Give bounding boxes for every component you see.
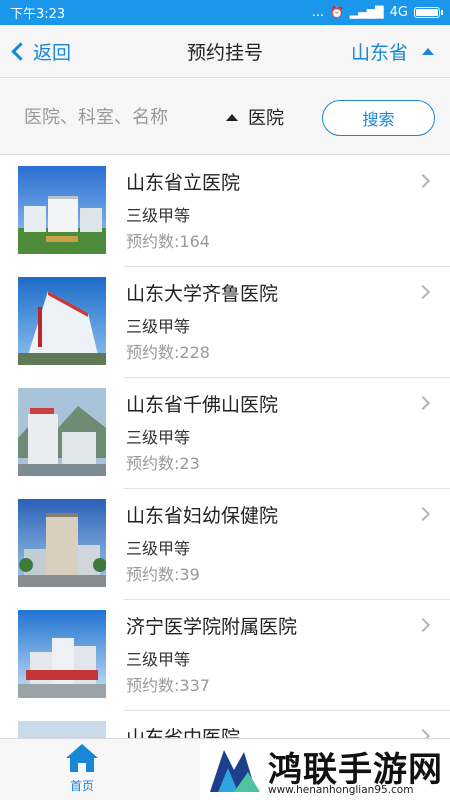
appointment-count: 预约数:228 — [126, 343, 210, 362]
hospital-row[interactable]: 山东省中医院 — [0, 711, 450, 738]
chevron-right-icon — [415, 728, 431, 738]
hospital-level: 三级甲等 — [126, 539, 191, 558]
chevron-right-icon — [415, 173, 431, 189]
hospital-name: 山东省妇幼保健院 — [126, 505, 279, 527]
nav-bar: 返回 预约挂号 山东省 — [0, 25, 450, 78]
hospital-level: 三级甲等 — [126, 317, 191, 336]
hd-signal-icon: ▂▄▆█ — [349, 6, 384, 19]
search-button[interactable]: 搜索 — [322, 100, 435, 136]
chevron-left-icon — [11, 42, 30, 61]
watermark-url: www.henanhonglian95.com — [268, 784, 414, 796]
watermark: 鸿联手游网 www.henanhonglian95.com — [200, 740, 450, 800]
status-bar: 下午3:23 ... ⏰ ▂▄▆█ 4G — [0, 0, 450, 25]
hospital-thumbnail — [18, 277, 106, 365]
back-label: 返回 — [33, 42, 72, 64]
hospital-thumbnail — [18, 610, 106, 698]
hospital-list: 山东省立医院 三级甲等 预约数:164 山东大学齐鲁医院 三级甲等 预约数:22… — [0, 156, 450, 738]
hospital-row[interactable]: 山东省千佛山医院 三级甲等 预约数:23 — [0, 378, 450, 489]
province-selector[interactable]: 山东省 — [351, 25, 434, 78]
back-button[interactable]: 返回 — [10, 25, 71, 78]
hospital-level: 三级甲等 — [126, 428, 191, 447]
alarm-icon: ⏰ — [330, 6, 344, 19]
chevron-right-icon — [415, 395, 431, 411]
home-icon — [66, 744, 98, 772]
chevron-right-icon — [415, 284, 431, 300]
network-type: 4G — [389, 5, 408, 20]
filter-label: 医院 — [248, 108, 284, 129]
chevron-right-icon — [415, 617, 431, 633]
hospital-thumbnail — [18, 499, 106, 587]
hospital-name: 山东省立医院 — [126, 172, 241, 194]
search-bar: 医院 搜索 — [0, 79, 450, 155]
tab-home[interactable]: 首页 — [50, 743, 114, 799]
appointment-count: 预约数:337 — [126, 676, 210, 695]
appointment-count: 预约数:164 — [126, 232, 210, 251]
hospital-level: 三级甲等 — [126, 206, 191, 225]
appointment-count: 预约数:39 — [126, 565, 200, 584]
status-icons: ... ⏰ ▂▄▆█ 4G — [311, 5, 443, 20]
status-time: 下午3:23 — [10, 7, 66, 22]
hospital-thumbnail — [18, 388, 106, 476]
hospital-name: 山东省千佛山医院 — [126, 394, 279, 416]
hospital-name: 济宁医学院附属医院 — [126, 616, 298, 638]
hospital-name: 山东省中医院 — [126, 727, 241, 738]
hospital-name: 山东大学齐鲁医院 — [126, 283, 279, 305]
caret-up-icon — [226, 113, 238, 121]
hospital-row[interactable]: 济宁医学院附属医院 三级甲等 预约数:337 — [0, 600, 450, 711]
hospital-row[interactable]: 山东省立医院 三级甲等 预约数:164 — [0, 156, 450, 267]
hospital-thumbnail — [18, 166, 106, 254]
province-label: 山东省 — [350, 42, 408, 64]
hospital-level: 三级甲等 — [126, 650, 191, 669]
caret-up-icon — [422, 48, 434, 55]
more-dots: ... — [311, 5, 325, 20]
chevron-right-icon — [415, 506, 431, 522]
hospital-row[interactable]: 山东省妇幼保健院 三级甲等 预约数:39 — [0, 489, 450, 600]
search-input[interactable] — [24, 99, 214, 135]
appointment-count: 预约数:23 — [126, 454, 200, 473]
watermark-logo-icon — [210, 750, 260, 792]
tab-home-label: 首页 — [69, 779, 94, 793]
search-type-filter[interactable]: 医院 — [226, 99, 284, 135]
hospital-row[interactable]: 山东大学齐鲁医院 三级甲等 预约数:228 — [0, 267, 450, 378]
battery-icon — [414, 7, 443, 18]
hospital-thumbnail — [18, 721, 106, 738]
